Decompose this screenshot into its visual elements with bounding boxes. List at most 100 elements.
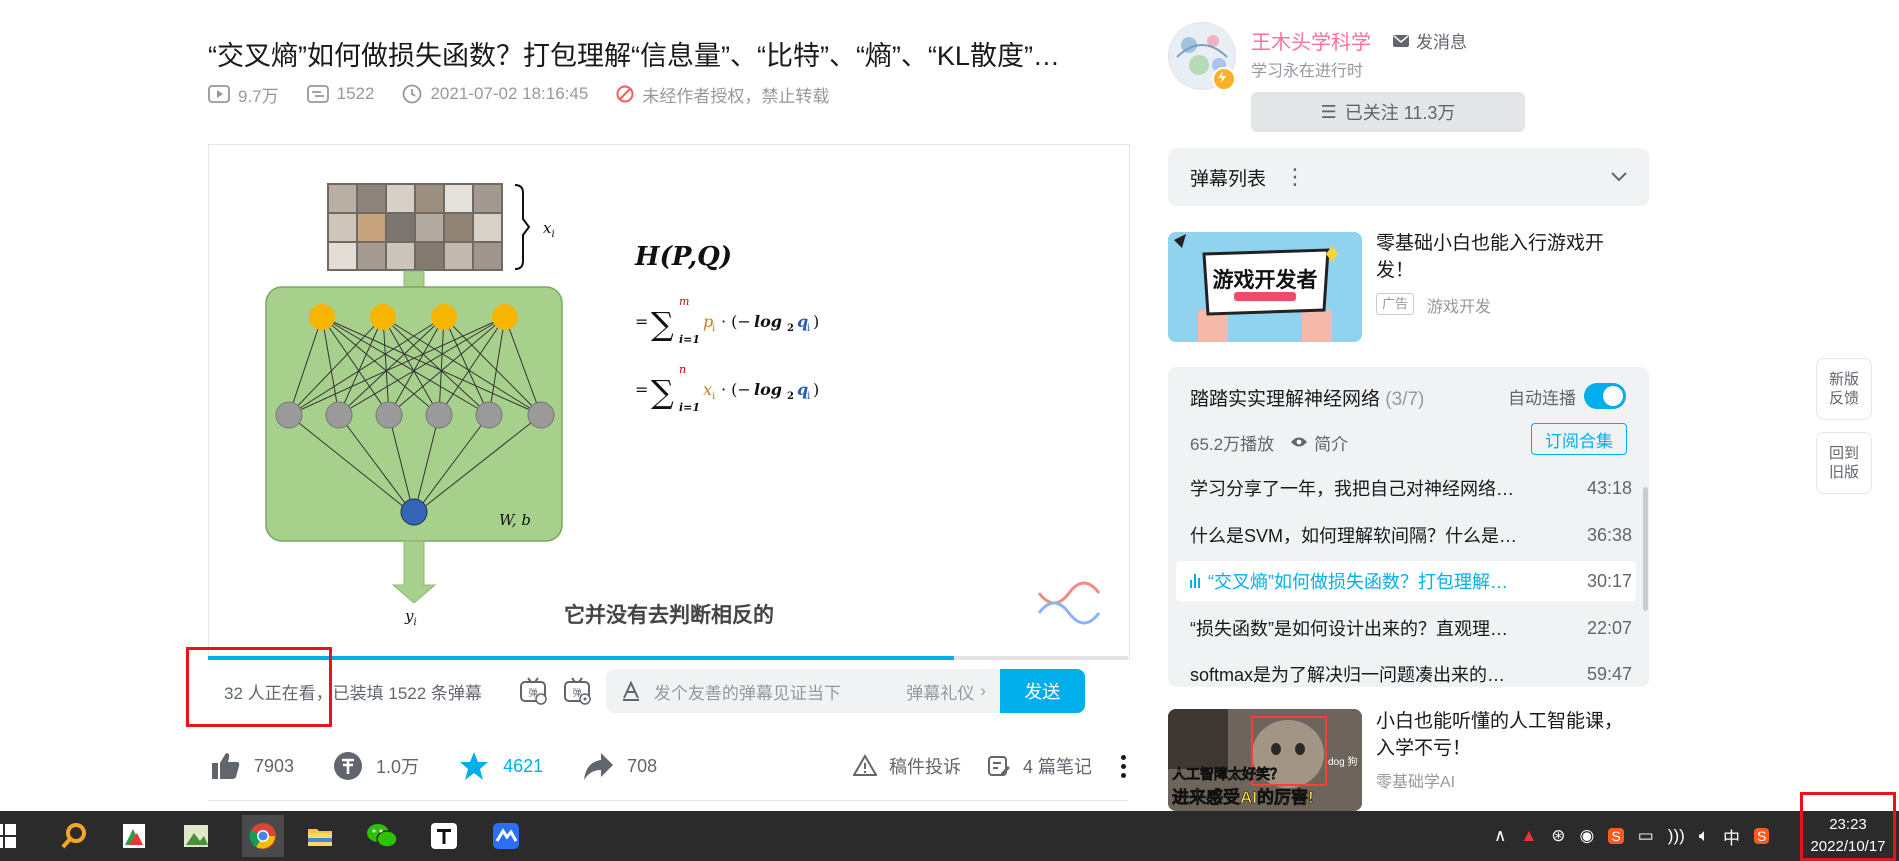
highlight-box-watching [186,647,332,727]
kebab-menu-icon[interactable]: ⋮ [1284,164,1306,190]
danmaku-etiquette-link[interactable]: 弹幕礼仪 › [906,679,986,704]
svg-text:∑: ∑ [651,373,674,411]
y-label: yi [404,607,417,628]
search-icon[interactable] [56,818,92,854]
svg-text:=: = [635,380,648,399]
svg-text:进来感受AI的厉害!: 进来感受AI的厉害! [1172,787,1314,807]
more-options-icon[interactable] [1118,754,1128,778]
ad-title[interactable]: 零基础小白也能入行游戏开发！ [1376,230,1638,284]
windows-start-icon[interactable] [0,818,22,854]
eye-icon [1290,433,1308,453]
view-count: 9.7万 [208,82,279,107]
playlist-episode[interactable]: 学习分享了一年，我把自己对神经网络… 43:18 [1176,468,1636,508]
video-frame: xi W, b yi H(P,Q) = ∑ m i=1 pi · (− log … [265,183,1101,629]
ad-thumbnail[interactable]: 游戏开发者 [1168,232,1362,342]
video-title: “交叉熵”如何做损失函数？打包理解“信息量”、“比特”、“熵”、“KL散度”… [208,41,1060,71]
battery-icon[interactable]: ▭ [1638,826,1654,846]
x-label: xi [543,219,555,240]
wifi-icon[interactable]: ))) [1668,826,1685,846]
verified-badge-icon [1212,67,1236,91]
sogou-icon[interactable]: S [1608,828,1624,844]
favorite-button[interactable]: 4621 [457,749,543,783]
star-icon [460,752,489,780]
svg-text:i: i [712,323,715,334]
video-subtitle: 它并没有去判断相反的 [564,603,774,627]
video-meta: 9.7万 1522 2021-07-02 18:16:45 未经作者授权，禁止转… [208,82,851,106]
coin-button[interactable]: 1.0万 [332,750,419,782]
svg-text:i=1: i=1 [679,401,700,414]
follow-button[interactable]: ☰ 已关注 11.3万 [1251,92,1525,132]
playlist-intro[interactable]: 简介 [1314,430,1348,455]
svg-text:· (−: · (− [721,312,751,331]
tray-app-icon[interactable]: ▲ [1520,826,1537,846]
svg-text:∑: ∑ [651,305,674,343]
uploader-name[interactable]: 王木头学科学 [1251,26,1371,55]
playlist-stats: 65.2万播放 简介 [1190,430,1348,455]
playlist-scrollbar[interactable] [1643,487,1648,611]
playlist-title[interactable]: 踏踏实实理解神经网络 (3/7) [1190,384,1424,411]
playlist-episode[interactable]: 什么是SVM，如何理解软间隔？什么是… 36:38 [1176,515,1636,555]
svg-text:游戏开发者: 游戏开发者 [1213,268,1318,292]
svg-text:人工智障太好笑？: 人工智障太好笑？ [1172,766,1284,782]
svg-text:n: n [679,363,686,376]
send-message-link[interactable]: 发消息 [1392,28,1467,53]
photo-app-icon[interactable] [116,818,152,854]
playlist-episode[interactable]: “损失函数”是如何设计出来的？直观理… 22:07 [1176,608,1636,648]
svg-text:i: i [712,391,715,402]
recommend-source[interactable]: 零基础学AI [1376,768,1455,792]
playlist-episode[interactable]: softmax是为了解决归一问题凑出来的… 59:47 [1176,654,1636,694]
file-explorer-icon[interactable] [302,818,338,854]
ad-source[interactable]: 游戏开发 [1427,293,1491,317]
input-method-indicator[interactable]: 中 [1723,824,1740,849]
svg-text:i: i [807,323,810,334]
menu-lines-icon: ☰ [1320,101,1337,122]
video-toolbar: 7903 1.0万 4621 708 稿件投诉 4 篇笔记 [208,744,1128,788]
image-viewer-icon[interactable] [178,818,214,854]
new-version-feedback-button[interactable]: 新版反馈 [1816,358,1872,420]
ad-tag: 广告 [1376,293,1415,315]
danmaku-input[interactable]: 发个友善的弹幕见证当下 弹幕礼仪 › [605,669,1000,713]
svg-text:· (−: · (− [721,380,751,399]
svg-text:log: log [754,380,782,399]
svg-text:): ) [813,312,819,331]
note-icon [987,756,1010,776]
svg-text:x: x [703,380,712,399]
qq-icon[interactable]: ◉ [1580,826,1595,846]
formula-line-2: = ∑ n i=1 xi · (− log 2 qi ) [635,363,819,414]
share-button[interactable]: 708 [581,749,657,783]
uploader-signature: 学习永在进行时 [1251,63,1364,80]
danmaku-settings-icon[interactable]: 弹 [562,676,592,706]
toggle-switch[interactable] [1584,383,1626,409]
chevron-down-icon[interactable] [1611,166,1627,188]
video-player[interactable]: xi W, b yi H(P,Q) = ∑ m i=1 pi · (− log … [208,144,1130,660]
svg-text:log: log [754,312,782,331]
wechat-icon[interactable] [364,818,400,854]
volume-icon[interactable]: 🔈︎ [1699,826,1709,846]
send-button[interactable]: 发送 [999,669,1085,713]
cat-image-grid [327,183,503,271]
notes-button[interactable]: 4 篇笔记 [987,753,1092,779]
report-button[interactable]: 稿件投诉 [852,753,961,779]
playlist-episode-current[interactable]: “交叉熵”如何做损失函数？打包理解… 30:17 [1176,561,1636,601]
like-button[interactable]: 7903 [208,749,294,783]
toolbar-divider [208,800,1128,801]
back-to-old-version-button[interactable]: 回到旧版 [1816,432,1872,494]
subscribe-collection-button[interactable]: 订阅合集 [1531,423,1627,455]
recommend-title[interactable]: 小白也能听懂的人工智能课，入学不亏！ [1376,708,1638,762]
autoplay-toggle[interactable]: 自动连播 [1508,383,1626,409]
output-neuron [400,498,428,526]
danmaku-list-header[interactable]: 弹幕列表 ⋮ [1168,148,1649,206]
feishu-icon[interactable] [488,818,524,854]
sogou-ime-icon[interactable]: S [1753,828,1770,844]
recommend-thumbnail[interactable]: dog 狗 人工智障太好笑？ 进来感受AI的厉害! [1168,709,1362,811]
danmaku-toggle-icon[interactable]: 弹 [518,676,548,706]
tray-helm-icon[interactable]: ⊛ [1551,826,1565,846]
font-style-icon[interactable] [620,680,642,702]
clock-icon [403,84,422,104]
chevron-up-icon[interactable]: ∧ [1494,826,1506,846]
danmaku-placeholder: 发个友善的弹幕见证当下 [653,683,841,703]
chrome-icon[interactable] [242,815,284,857]
typora-icon[interactable] [426,818,462,854]
share-icon [584,753,614,780]
svg-text:m: m [679,295,689,308]
